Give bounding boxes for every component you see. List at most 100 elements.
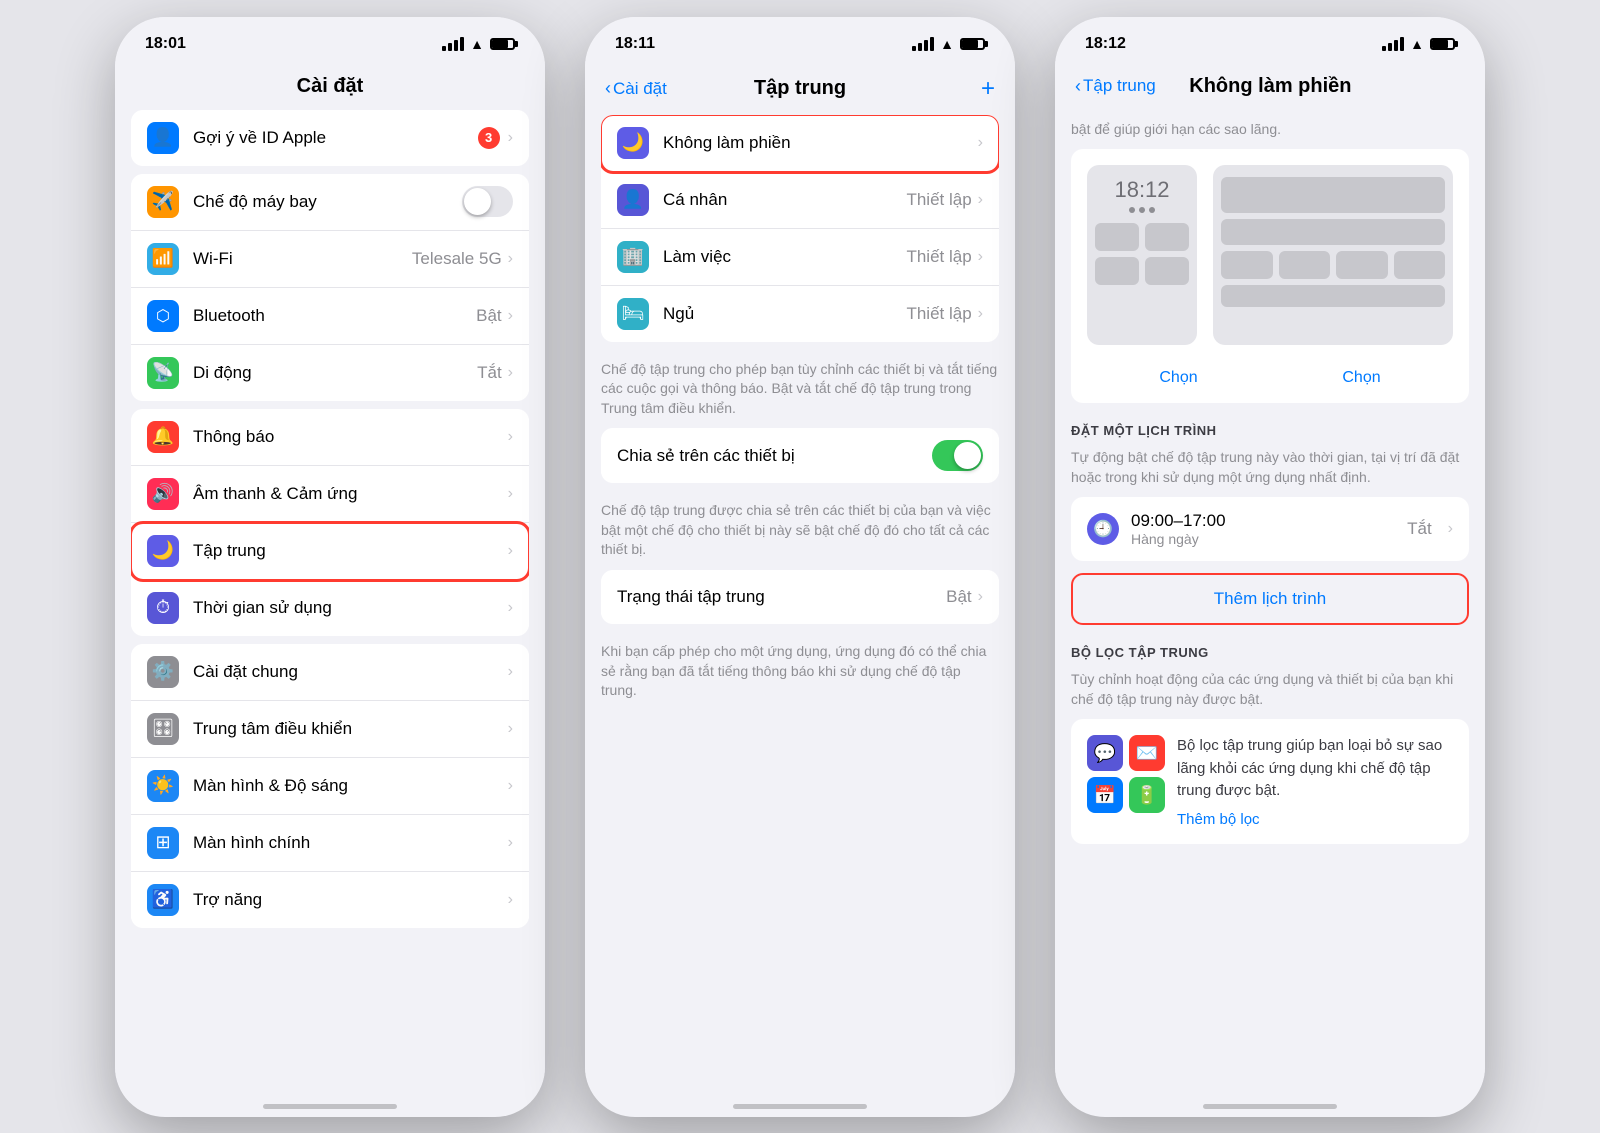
wifi-item-icon: 📶: [147, 243, 179, 275]
dnd-item[interactable]: 🌙 Không làm phiền ›: [601, 115, 999, 172]
focus-item[interactable]: 🌙 Tập trung ›: [131, 523, 529, 580]
preview-ph-1: [1221, 177, 1445, 213]
cellular-label: Di động: [193, 363, 477, 383]
dnd-settings: bật để giúp giới hạn các sao lãng. 18:12: [1055, 110, 1485, 1100]
display-item[interactable]: ☀️ Màn hình & Độ sáng ›: [131, 758, 529, 815]
filter-icon-calendar: 📅: [1087, 777, 1123, 813]
apple-id-label: Gợi ý về ID Apple: [193, 128, 478, 148]
section-share: Chia sẻ trên các thiết bị: [585, 428, 1015, 483]
bluetooth-item[interactable]: ⬡ Bluetooth Bật ›: [131, 288, 529, 345]
focus-status-item[interactable]: Trạng thái tập trung Bật ›: [601, 570, 999, 624]
preview-sp-3: [1336, 251, 1388, 279]
general-label: Cài đặt chung: [193, 662, 508, 682]
wifi-icon-2: ▲: [940, 36, 954, 52]
filter-icons-row1: 💬 ✉️: [1087, 735, 1165, 771]
share-label: Chia sẻ trên các thiết bị: [617, 446, 932, 466]
signal-icon-2: [912, 37, 934, 51]
airplane-item[interactable]: ✈️ Chế độ máy bay: [131, 174, 529, 231]
choose-btn-2[interactable]: Chọn: [1342, 369, 1380, 387]
dot2: [1139, 207, 1145, 213]
schedule-description: Tự động bật chế độ tập trung này vào thờ…: [1055, 446, 1485, 497]
preview-dots: [1129, 207, 1155, 213]
personal-chevron: ›: [978, 191, 983, 209]
filter-description: Tùy chỉnh hoạt động của các ứng dụng và …: [1055, 668, 1485, 719]
accessibility-icon: ♿: [147, 884, 179, 916]
signal-icon: [442, 37, 464, 51]
schedule-section: 🕘 09:00–17:00 Hàng ngày Tắt ›: [1071, 497, 1469, 561]
focus-label: Tập trung: [193, 541, 508, 561]
bluetooth-value: Bật: [476, 306, 502, 326]
back-label-3: Tập trung: [1083, 76, 1156, 96]
controlcenter-icon: 🎛: [147, 713, 179, 745]
section-notifications: 🔔 Thông báo › 🔊 Âm thanh & Cảm ứng › 🌙 T…: [115, 409, 545, 636]
filter-add-link[interactable]: Thêm bộ lọc: [1177, 811, 1453, 828]
preview-app-1: [1095, 223, 1139, 251]
preview-card: 18:12: [1071, 149, 1469, 403]
work-chevron: ›: [978, 248, 983, 266]
back-chevron-2: ‹: [605, 78, 611, 99]
general-item[interactable]: ⚙️ Cài đặt chung ›: [131, 644, 529, 701]
focus-list: 🌙 Không làm phiền › 👤 Cá nhân Thiết lập …: [585, 115, 1015, 1105]
dnd-icon: 🌙: [617, 127, 649, 159]
notifications-icon: 🔔: [147, 421, 179, 453]
sleep-item[interactable]: 🛏 Ngủ Thiết lập ›: [601, 286, 999, 342]
accessibility-label: Trợ năng: [193, 890, 508, 910]
airplane-label: Chế độ máy bay: [193, 192, 462, 212]
back-button-2[interactable]: ‹ Cài đặt: [605, 78, 685, 99]
status-bar-3: 18:12 ▲: [1055, 17, 1485, 67]
controlcenter-chevron: ›: [508, 720, 513, 738]
filter-icon-mail: ✉️: [1129, 735, 1165, 771]
focus-status-value: Bật: [946, 587, 972, 607]
homescreen-icon: ⊞: [147, 827, 179, 859]
preview-ph-3: [1221, 285, 1445, 307]
back-button-3[interactable]: ‹ Tập trung: [1075, 76, 1156, 97]
add-schedule-label: Thêm lịch trình: [1214, 589, 1326, 608]
status-bar-1: 18:01 ▲: [115, 17, 545, 67]
add-button[interactable]: +: [915, 75, 995, 103]
cellular-item[interactable]: 📡 Di động Tắt ›: [131, 345, 529, 401]
sounds-chevron: ›: [508, 485, 513, 503]
screentime-icon: ⏱: [147, 592, 179, 624]
status-icons-2: ▲: [912, 36, 985, 52]
accessibility-item[interactable]: ♿ Trợ năng ›: [131, 872, 529, 928]
add-schedule-button[interactable]: Thêm lịch trình: [1071, 573, 1469, 625]
sounds-item[interactable]: 🔊 Âm thanh & Cảm ứng ›: [131, 466, 529, 523]
wifi-icon-3: ▲: [1410, 36, 1424, 52]
preview-small-row-1: [1221, 251, 1445, 279]
section-apple-id: 👤 Gợi ý về ID Apple 3 ›: [115, 110, 545, 166]
apple-id-item[interactable]: 👤 Gợi ý về ID Apple 3 ›: [131, 110, 529, 166]
share-toggle[interactable]: [932, 440, 983, 471]
personal-item[interactable]: 👤 Cá nhân Thiết lập ›: [601, 172, 999, 229]
controlcenter-item[interactable]: 🎛 Trung tâm điều khiển ›: [131, 701, 529, 758]
work-icon: 🏢: [617, 241, 649, 273]
notifications-item[interactable]: 🔔 Thông báo ›: [131, 409, 529, 466]
sleep-label: Ngủ: [663, 304, 906, 324]
back-label-2: Cài đặt: [613, 79, 667, 99]
apple-id-group: 👤 Gợi ý về ID Apple 3 ›: [131, 110, 529, 166]
schedule-item[interactable]: 🕘 09:00–17:00 Hàng ngày Tắt ›: [1071, 497, 1469, 561]
notifications-group: 🔔 Thông báo › 🔊 Âm thanh & Cảm ứng › 🌙 T…: [131, 409, 529, 636]
screentime-chevron: ›: [508, 599, 513, 617]
work-value: Thiết lập: [906, 247, 971, 267]
apple-id-icon: 👤: [147, 122, 179, 154]
status-group: Trạng thái tập trung Bật ›: [601, 570, 999, 624]
sleep-chevron: ›: [978, 305, 983, 323]
screentime-item[interactable]: ⏱ Thời gian sử dụng ›: [131, 580, 529, 636]
wifi-item[interactable]: 📶 Wi-Fi Telesale 5G ›: [131, 231, 529, 288]
battery-icon: [490, 38, 515, 50]
homescreen-item[interactable]: ⊞ Màn hình chính ›: [131, 815, 529, 872]
time-display-1: 18:01: [145, 35, 186, 53]
share-item[interactable]: Chia sẻ trên các thiết bị: [601, 428, 999, 483]
choose-btn-1[interactable]: Chọn: [1159, 369, 1197, 387]
preview-sp-1: [1221, 251, 1273, 279]
schedule-time-label: 09:00–17:00 Hàng ngày: [1131, 511, 1395, 547]
airplane-toggle[interactable]: [462, 186, 513, 217]
share-description: Chế độ tập trung được chia sẻ trên các t…: [585, 491, 1015, 570]
work-item[interactable]: 🏢 Làm việc Thiết lập ›: [601, 229, 999, 286]
general-chevron: ›: [508, 663, 513, 681]
cellular-icon: 📡: [147, 357, 179, 389]
schedule-chevron: ›: [1448, 520, 1453, 538]
filter-header-wrapper: BỘ LỌC TẬP TRUNG: [1055, 637, 1485, 668]
filter-icons-row2: 📅 🔋: [1087, 777, 1165, 813]
schedule-header: ĐẶT MỘT LỊCH TRÌNH: [1071, 415, 1469, 442]
